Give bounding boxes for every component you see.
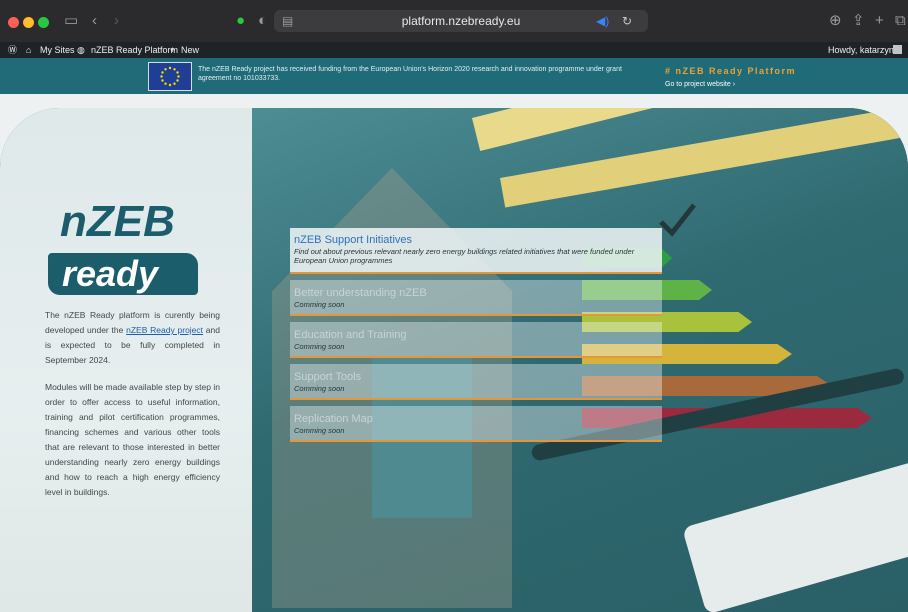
audio-icon[interactable]: ◀) xyxy=(596,13,609,29)
intro-paragraph-2: Modules will be made available step by s… xyxy=(45,382,220,497)
eu-flag-icon xyxy=(148,62,192,91)
module-description: Find out about previous relevant nearly … xyxy=(294,247,635,265)
module-card-support-initiatives[interactable]: nZEB Support Initiatives Find out about … xyxy=(290,228,662,274)
module-title[interactable]: Better understanding nZEB xyxy=(294,286,658,300)
module-title[interactable]: Education and Training xyxy=(294,328,658,342)
wordpress-icon[interactable]: Ⓦ xyxy=(8,45,17,55)
funding-text: The nZEB Ready project has received fund… xyxy=(198,66,622,82)
new-icon: + xyxy=(170,45,176,55)
extension-icon[interactable]: ● xyxy=(236,11,245,31)
my-sites-link[interactable]: My Sites xyxy=(40,45,75,55)
user-greeting[interactable]: Howdy, katarzyna xyxy=(828,45,899,55)
logo-ready: ready xyxy=(62,253,159,294)
tab-overview-icon[interactable]: ⧉ xyxy=(895,11,906,31)
module-description: Comming soon xyxy=(294,426,345,435)
wp-admin-bar: Ⓦ ⌂ My Sites ◍ nZEB Ready Platform + New… xyxy=(0,42,908,58)
share-icon[interactable]: ⇪ xyxy=(852,11,865,31)
module-description: Comming soon xyxy=(294,384,345,393)
url-text: platform.nzebready.eu xyxy=(401,14,521,28)
avatar[interactable] xyxy=(893,45,902,54)
maximize-window-button[interactable] xyxy=(38,17,49,28)
module-title[interactable]: Support Tools xyxy=(294,370,658,384)
module-title[interactable]: nZEB Support Initiatives xyxy=(294,233,658,247)
module-card-better-understanding[interactable]: Better understanding nZEB Comming soon xyxy=(290,280,662,316)
keyboard-shape xyxy=(682,459,908,612)
minimize-window-button[interactable] xyxy=(23,17,34,28)
hero-section: nZEB ready The nZEB Ready platform is cu… xyxy=(0,108,908,612)
hero-illustration xyxy=(252,108,908,612)
browser-toolbar: ▭ ‹ › ● ◐ ▤ platform.nzebready.eu ◀) ↻ ⊕… xyxy=(0,0,908,42)
platform-tag: # nZEB Ready Platform xyxy=(665,66,797,76)
module-card-support-tools[interactable]: Support Tools Comming soon xyxy=(290,364,662,400)
sidebar-toggle-icon[interactable]: ▭ xyxy=(64,11,78,31)
module-description: Comming soon xyxy=(294,342,345,351)
privacy-shield-icon[interactable]: ◐ xyxy=(258,11,267,31)
reload-icon[interactable]: ↻ xyxy=(622,13,632,29)
download-icon[interactable]: ⊕ xyxy=(829,11,842,31)
my-sites-icon: ⌂ xyxy=(26,45,32,55)
nzeb-ready-project-link[interactable]: nZEB Ready project xyxy=(126,325,203,335)
module-title[interactable]: Replication Map xyxy=(294,412,658,426)
intro-paragraph-1: The nZEB Ready platform is curently bein… xyxy=(45,308,220,368)
new-tab-icon[interactable]: + xyxy=(875,11,884,31)
site-name-link[interactable]: nZEB Ready Platform xyxy=(91,45,178,55)
forward-icon[interactable]: › xyxy=(114,11,119,31)
logo-nzeb: nZEB xyxy=(60,197,175,246)
address-bar[interactable]: ▤ platform.nzebready.eu ◀) ↻ xyxy=(274,10,648,32)
close-window-button[interactable] xyxy=(8,17,19,28)
module-description: Comming soon xyxy=(294,300,345,309)
project-website-link[interactable]: Go to project website › xyxy=(665,81,735,88)
back-icon[interactable]: ‹ xyxy=(92,11,97,31)
checkmark-icon xyxy=(659,203,696,237)
site-icon: ◍ xyxy=(77,45,85,55)
new-content-link[interactable]: New xyxy=(181,45,199,55)
module-card-education-training[interactable]: Education and Training Comming soon xyxy=(290,322,662,358)
module-card-replication-map[interactable]: Replication Map Comming soon xyxy=(290,406,662,442)
